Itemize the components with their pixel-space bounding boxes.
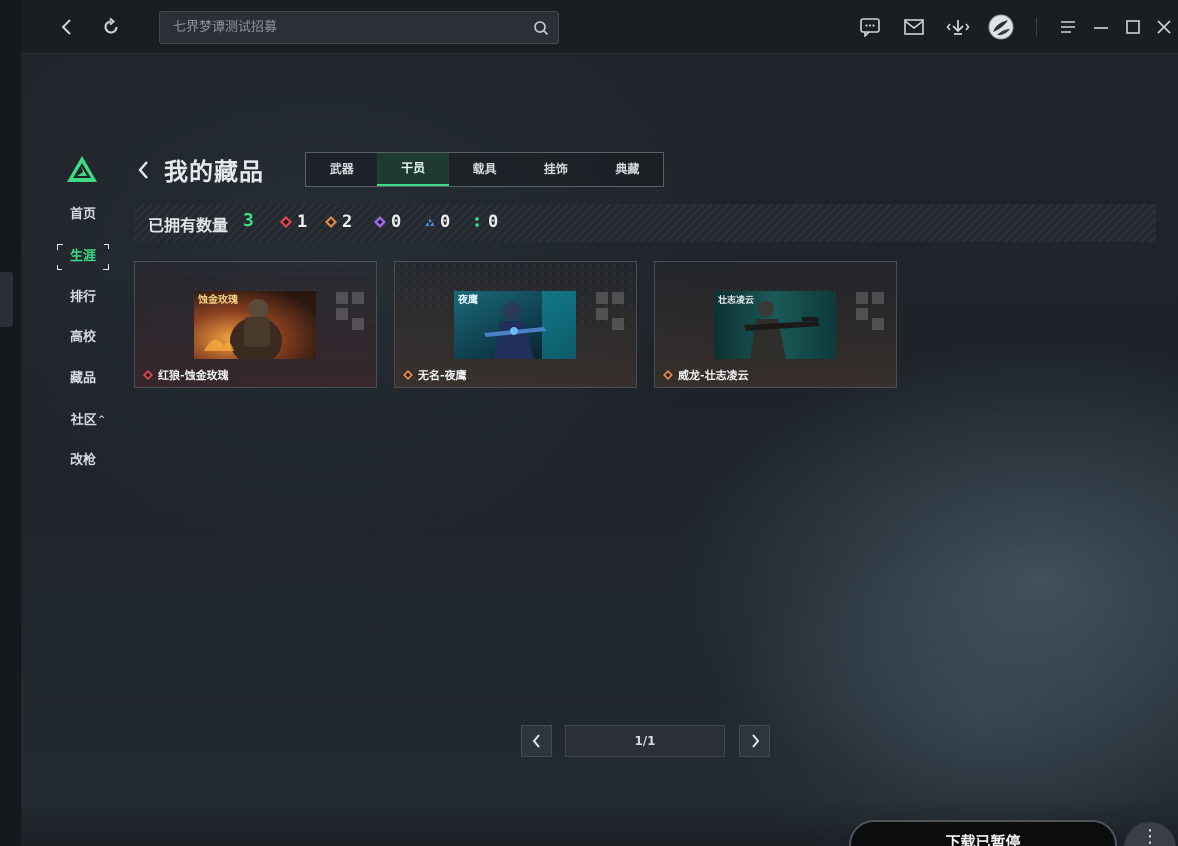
card-pattern-decoration [336,292,364,330]
card-pattern-decoration [856,292,884,330]
sidebar-item-career[interactable]: 生涯 [57,244,109,270]
sidebar-item-collection[interactable]: 藏品 [59,368,107,390]
sidebar-item-school[interactable]: 高校 [59,327,107,349]
owned-count-value: 3 [243,210,254,231]
sidebar-item-gunsmith[interactable]: 改枪 [59,450,107,472]
thumbnail-title: 夜鹰 [457,293,478,306]
sidebar-item-ranking[interactable]: 排行 [59,287,107,309]
operator-card[interactable]: 壮志凌云 威龙-壮志凌云 [654,261,897,388]
next-page-button[interactable] [739,725,770,757]
purple-rarity-gem-icon [374,216,386,228]
rarity-blue-stat: 0 [423,212,450,232]
operator-name: 红狼-蚀金玫瑰 [158,369,229,382]
rarity-count: 0 [488,212,499,232]
owned-count-label: 已拥有数量 [148,216,229,235]
tab-weapons[interactable]: 武器 [306,153,377,186]
operator-thumbnail: 夜鹰 [454,291,576,359]
close-icon[interactable] [1151,14,1177,40]
tab-vehicles[interactable]: 载具 [449,153,520,186]
green-rarity-gem-icon [475,217,479,227]
blue-rarity-gem-icon [425,218,434,226]
back-button[interactable] [135,158,153,182]
search-input[interactable] [160,12,530,43]
rarity-count: 1 [297,212,308,232]
edge-handle[interactable] [0,272,13,327]
collection-stats-bar: 已拥有数量 3 1 2 0 0 0 [134,204,1156,242]
avatar[interactable] [988,14,1014,40]
rarity-green-stat: 0 [471,212,498,232]
card-pattern-decoration [596,292,624,330]
operator-card[interactable]: 蚀金玫瑰 红狼-蚀金玫瑰 [134,261,377,388]
maximize-icon[interactable] [1120,14,1146,40]
chevron-left-icon [532,734,540,748]
chevron-right-icon [751,734,759,748]
tab-archive[interactable]: 典藏 [592,153,663,186]
thumbnail-title: 壮志凌云 [718,294,754,306]
download-icon[interactable] [945,14,971,40]
back-icon[interactable] [54,14,80,40]
thumbnail-title: 蚀金玫瑰 [197,293,238,306]
sidebar-item-community[interactable]: 社区^ [64,409,112,431]
menu-icon[interactable] [1055,14,1081,40]
rarity-red-stat: 1 [280,212,307,232]
toolbar-divider [1036,18,1037,37]
tab-charms[interactable]: 挂饰 [520,153,591,186]
mail-icon[interactable] [901,14,927,40]
page-indicator: 1/1 [565,725,725,757]
category-tabs: 武器 干员 载具 挂饰 典藏 [305,152,664,187]
prev-page-button[interactable] [521,725,552,757]
chat-icon[interactable] [857,14,883,40]
download-status-button[interactable]: 下载已暂停 [849,820,1117,846]
rarity-orange-stat: 2 [325,212,352,232]
orange-rarity-gem-icon [663,370,673,380]
orange-rarity-gem-icon [403,370,413,380]
left-edge-strip [0,0,21,846]
page-title: 我的藏品 [164,158,264,186]
title-bar [21,0,1178,54]
rarity-count: 0 [440,212,451,232]
refresh-icon[interactable] [98,14,124,40]
search-box[interactable] [159,11,559,44]
operator-name: 威龙-壮志凌云 [678,369,749,382]
rarity-purple-stat: 0 [374,212,401,232]
sidebar-item-label: 生涯 [69,249,96,264]
sidebar-item-label: 社区 [70,413,97,428]
red-rarity-gem-icon [280,216,292,228]
operator-name: 无名-夜鹰 [418,369,467,382]
rarity-count: 0 [391,212,402,232]
orange-rarity-gem-icon [325,216,337,228]
chevron-up-icon: ^ [97,415,106,425]
minimize-icon[interactable] [1088,14,1114,40]
operator-card[interactable]: 夜鹰 无名-夜鹰 [394,261,637,388]
app-window: 首页 生涯 排行 高校 藏品 社区^ 改枪 我的藏品 武器 干员 载具 挂饰 典… [21,0,1178,846]
tab-operators[interactable]: 干员 [377,153,449,186]
operator-thumbnail: 壮志凌云 [714,291,836,359]
rarity-count: 2 [342,212,353,232]
red-rarity-gem-icon [143,370,153,380]
app-logo-icon[interactable] [66,155,98,183]
operator-thumbnail: 蚀金玫瑰 [194,291,316,359]
search-icon[interactable] [532,19,550,37]
sidebar-item-home[interactable]: 首页 [59,204,107,226]
